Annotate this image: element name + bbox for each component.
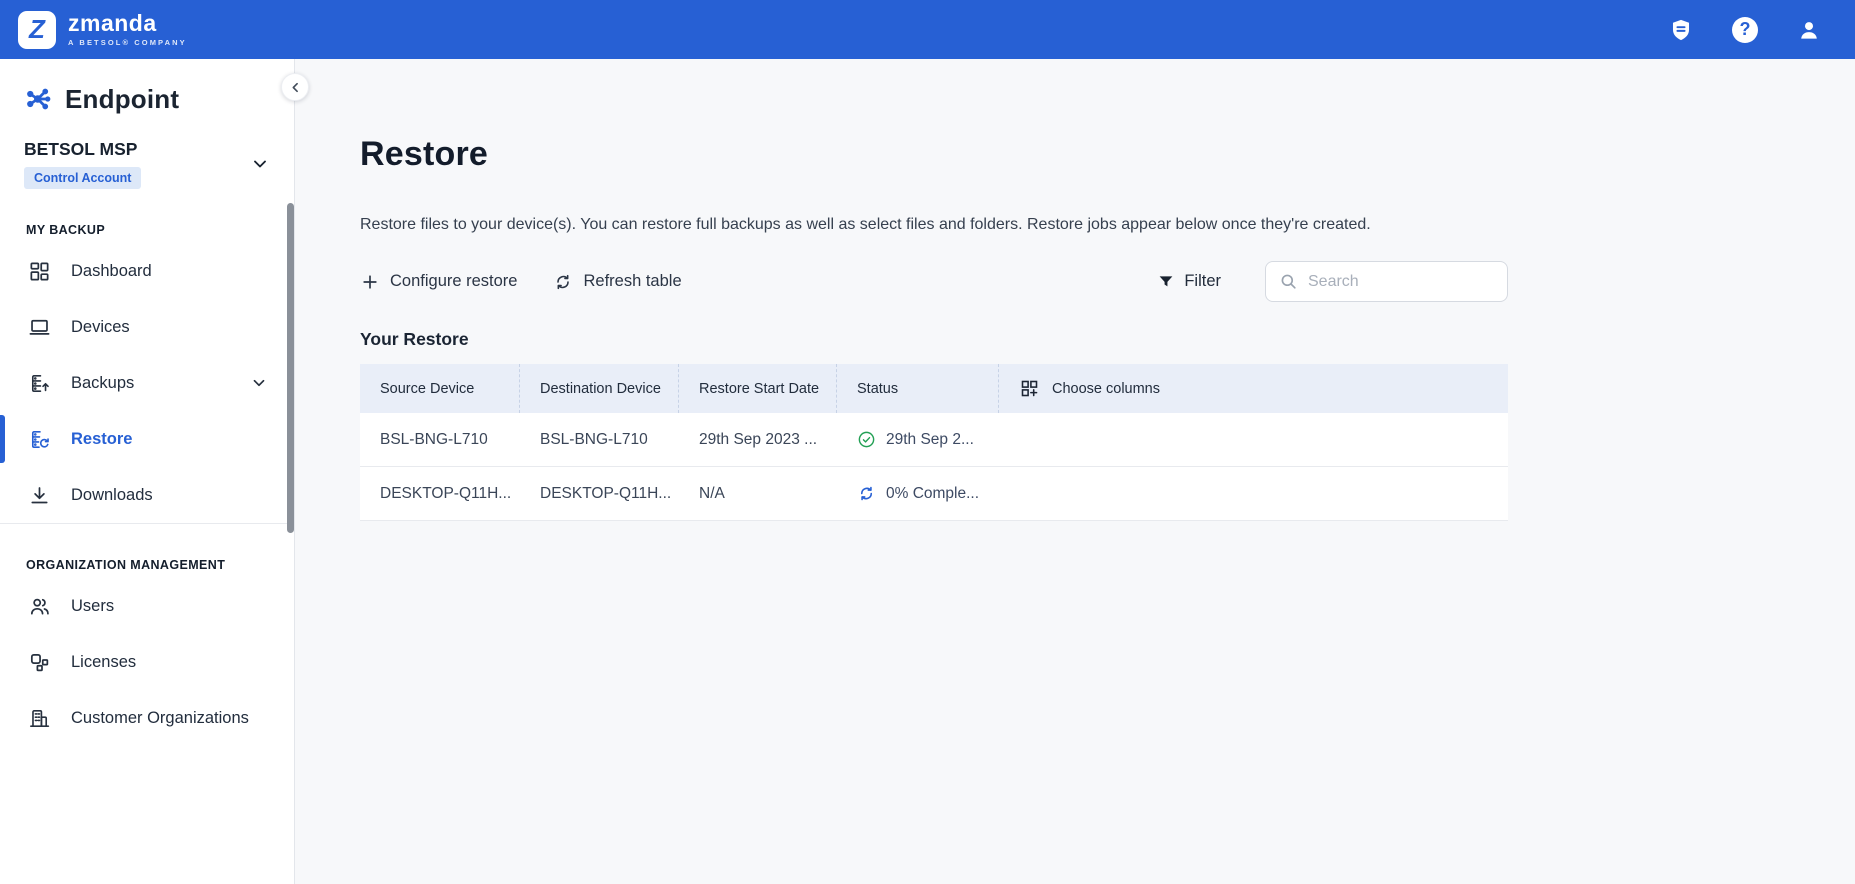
configure-restore-button[interactable]: Configure restore	[360, 272, 517, 292]
announcements-icon[interactable]	[1667, 16, 1695, 44]
org-switcher[interactable]: BETSOL MSP Control Account	[24, 139, 270, 189]
sidebar-divider	[0, 523, 294, 524]
zmanda-logo-letter: Z	[29, 14, 45, 44]
org-badge: Control Account	[24, 167, 142, 189]
cell-status: 29th Sep 2...	[837, 413, 999, 466]
sidebar-item-label: Downloads	[71, 485, 153, 504]
backups-icon	[31, 374, 49, 392]
org-name: BETSOL MSP	[24, 139, 138, 159]
product-brand: Endpoint	[0, 77, 294, 121]
refresh-table-label: Refresh table	[583, 272, 682, 290]
search-input[interactable]	[1308, 272, 1495, 291]
page-description: Restore files to your device(s). You can…	[360, 216, 1371, 233]
choose-columns-icon	[1021, 380, 1038, 397]
toolbar: Configure restore Refresh table Filter	[360, 261, 1508, 302]
sidebar-item-dashboard[interactable]: Dashboard	[0, 243, 294, 299]
topbar-actions: ?	[1667, 16, 1823, 44]
cell-source-device: DESKTOP-Q11H...	[380, 484, 512, 502]
devices-icon	[29, 319, 50, 335]
section-organization-management: ORGANIZATION MANAGEMENT	[26, 558, 226, 572]
table-row[interactable]: BSL-BNG-L710 BSL-BNG-L710 29th Sep 2023 …	[360, 413, 1508, 467]
sidebar-item-label: Restore	[71, 429, 133, 448]
brand-text: zmanda A BETSOL® COMPANY	[68, 12, 187, 47]
sidebar-item-label: Customer Organizations	[71, 708, 249, 727]
app-shell: Endpoint BETSOL MSP Control Account MY B…	[0, 59, 1855, 884]
account-icon[interactable]	[1795, 16, 1823, 44]
cell-empty	[999, 467, 1508, 520]
zmanda-logo[interactable]: Z zmanda A BETSOL® COMPANY	[18, 10, 187, 49]
search-icon	[1281, 274, 1296, 289]
restore-icon	[31, 430, 49, 448]
search-box[interactable]	[1265, 261, 1508, 302]
column-header-status: Status	[837, 364, 999, 413]
chevron-down-icon[interactable]	[250, 154, 270, 174]
refresh-table-button[interactable]: Refresh table	[553, 272, 682, 292]
status-text: 29th Sep 2...	[886, 430, 974, 448]
zmanda-logo-icon: Z	[18, 10, 56, 49]
filter-label: Filter	[1184, 272, 1221, 290]
sidebar: Endpoint BETSOL MSP Control Account MY B…	[0, 59, 295, 884]
help-glyph: ?	[1739, 19, 1751, 39]
sidebar-item-users[interactable]: Users	[0, 578, 294, 634]
sidebar-item-backups[interactable]: Backups	[0, 355, 294, 411]
sidebar-item-label: Users	[71, 596, 115, 615]
product-name: Endpoint	[65, 83, 180, 114]
progress-icon	[860, 486, 873, 501]
chevron-down-icon[interactable]	[250, 374, 268, 392]
column-header-choose: Choose columns	[999, 364, 1508, 413]
table-header: Source Device Destination Device Restore…	[360, 364, 1508, 413]
help-icon[interactable]: ?	[1731, 16, 1759, 44]
dashboard-icon	[30, 261, 49, 281]
table-section-title: Your Restore	[360, 329, 469, 349]
cell-restore-start-date: N/A	[699, 484, 725, 502]
sidebar-item-licenses[interactable]: Licenses	[0, 634, 294, 690]
choose-columns-button[interactable]: Choose columns	[999, 378, 1160, 399]
sidebar-item-label: Licenses	[71, 652, 137, 671]
filter-icon	[1159, 275, 1173, 286]
endpoint-logo-icon	[27, 88, 51, 110]
cell-source-device: BSL-BNG-L710	[380, 430, 488, 448]
sidebar-item-customer-organizations[interactable]: Customer Organizations	[0, 690, 294, 746]
section-my-backup: MY BACKUP	[26, 223, 106, 237]
sidebar-item-downloads[interactable]: Downloads	[0, 467, 294, 523]
brand-name: zmanda	[68, 10, 157, 37]
filter-button[interactable]: Filter	[1157, 272, 1221, 291]
column-header-restore-start-date: Restore Start Date	[679, 364, 837, 413]
cell-status: 0% Comple...	[837, 467, 999, 520]
sidebar-scrollbar[interactable]	[287, 203, 294, 533]
sidebar-item-restore[interactable]: Restore	[0, 411, 294, 467]
success-icon	[858, 431, 875, 448]
status-text: 0% Comple...	[886, 484, 980, 502]
users-icon	[30, 598, 49, 615]
cell-restore-start-date: 29th Sep 2023 ...	[699, 430, 818, 448]
table-row[interactable]: DESKTOP-Q11H... DESKTOP-Q11H... N/A 0% C…	[360, 467, 1508, 521]
licenses-icon	[30, 653, 49, 671]
page-title: Restore	[360, 135, 489, 173]
cell-destination-device: DESKTOP-Q11H...	[540, 484, 672, 502]
choose-columns-label: Choose columns	[1052, 380, 1160, 397]
refresh-icon	[557, 274, 570, 289]
topbar: Z zmanda A BETSOL® COMPANY ?	[0, 0, 1855, 59]
sidebar-item-devices[interactable]: Devices	[0, 299, 294, 355]
plus-icon	[363, 274, 377, 289]
organizations-icon	[30, 709, 50, 727]
sidebar-item-label: Backups	[71, 373, 135, 392]
cell-empty	[999, 413, 1508, 466]
sidebar-item-label: Dashboard	[71, 261, 152, 280]
configure-restore-label: Configure restore	[390, 272, 518, 290]
restore-table: Source Device Destination Device Restore…	[360, 364, 1508, 521]
sidebar-collapse-button[interactable]	[281, 73, 309, 101]
sidebar-item-label: Devices	[71, 317, 130, 336]
chevron-left-icon	[292, 82, 298, 92]
column-header-destination-device: Destination Device	[520, 364, 679, 413]
main-content: Restore Restore files to your device(s).…	[295, 59, 1855, 884]
column-header-source-device: Source Device	[360, 364, 520, 413]
cell-destination-device: BSL-BNG-L710	[540, 430, 648, 448]
toolbar-right: Filter	[1157, 261, 1508, 302]
downloads-icon	[31, 486, 48, 503]
org-info: BETSOL MSP Control Account	[24, 139, 142, 189]
brand-tagline: A BETSOL® COMPANY	[68, 38, 187, 48]
